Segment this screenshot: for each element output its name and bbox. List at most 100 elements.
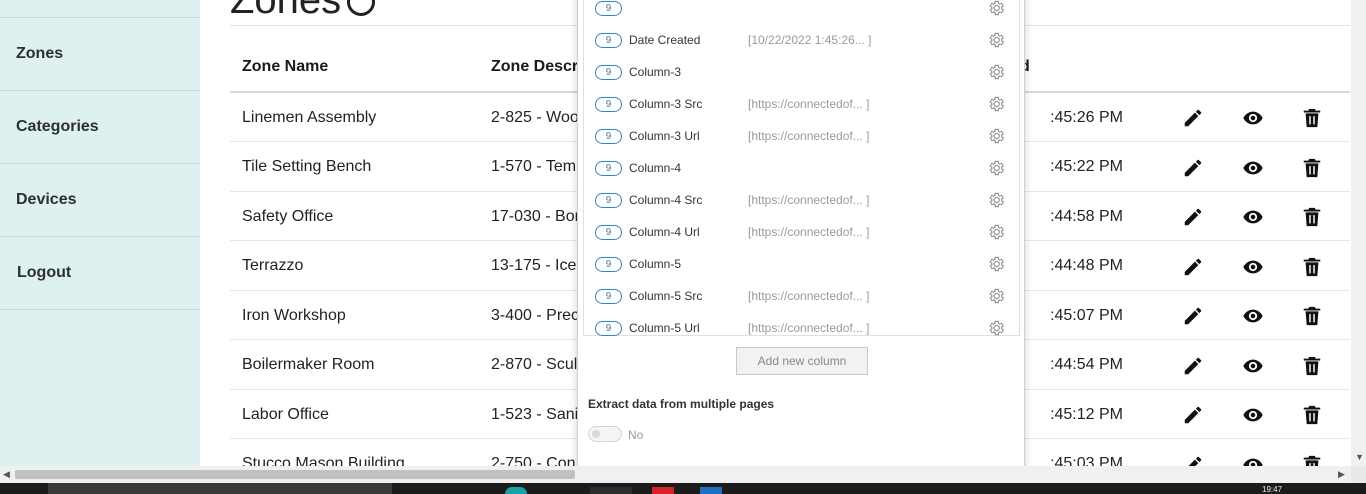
scroll-left-arrow-icon[interactable]: ◀ [3, 469, 10, 480]
view-button[interactable] [1242, 107, 1264, 129]
column-preview: [https://connectedof... ] [748, 289, 870, 303]
column-row[interactable]: 9 Column-5 [584, 248, 1021, 280]
gear-icon [987, 159, 1005, 177]
date-text: :44:58 PM [1050, 207, 1123, 225]
vertical-scrollbar[interactable]: ▼ [1351, 0, 1366, 466]
sidebar-item-devices[interactable]: Devices [0, 164, 200, 237]
edit-button[interactable] [1182, 107, 1204, 129]
column-type-badge: 9 [595, 193, 622, 208]
column-preview: [https://connectedof... ] [748, 225, 870, 239]
trash-icon [1301, 404, 1323, 426]
taskbar-active-app-icon[interactable] [590, 487, 632, 494]
delete-button[interactable] [1301, 355, 1323, 377]
delete-button[interactable] [1301, 107, 1323, 129]
add-new-column-button[interactable]: Add new column [736, 347, 868, 375]
column-preview: [https://connectedof... ] [748, 129, 870, 143]
eye-icon [1242, 107, 1264, 129]
delete-button[interactable] [1301, 404, 1323, 426]
column-settings-button[interactable] [987, 319, 1005, 337]
column-name: Column-5 [629, 257, 682, 271]
column-settings-button[interactable] [987, 31, 1005, 49]
scroll-down-arrow-icon[interactable]: ▼ [1355, 452, 1364, 462]
delete-button[interactable] [1301, 206, 1323, 228]
extract-multiple-pages-toggle[interactable] [588, 426, 622, 442]
pencil-icon [1182, 107, 1204, 129]
scroll-right-arrow-icon[interactable]: ▶ [1338, 469, 1345, 480]
gear-icon [987, 31, 1005, 49]
column-row[interactable]: 9 Column-3 Url [https://connectedof... ] [584, 120, 1021, 152]
view-button[interactable] [1242, 454, 1264, 466]
column-row[interactable]: 9 Column-5 Src [https://connectedof... ] [584, 280, 1021, 312]
zone-description-cell: 13-175 - Ice [491, 257, 577, 274]
column-settings-button[interactable] [987, 255, 1005, 273]
column-settings-button[interactable] [987, 287, 1005, 305]
extract-columns-panel: 9 9 Date Created [10/22/2022 1:45:26... ] 9 C… [577, 0, 1025, 486]
column-row[interactable]: 9 Column-4 [584, 152, 1021, 184]
eye-icon [1242, 206, 1264, 228]
column-type-badge: 9 [595, 97, 622, 112]
view-button[interactable] [1242, 157, 1264, 179]
view-button[interactable] [1242, 404, 1264, 426]
column-row[interactable]: 9 Column-4 Src [https://connectedof... ] [584, 184, 1021, 216]
column-list: 9 9 Date Created [10/22/2022 1:45:26... ] 9 C… [583, 0, 1020, 336]
view-button[interactable] [1242, 206, 1264, 228]
sidebar-item-zones[interactable]: Zones [0, 18, 200, 91]
column-settings-button[interactable] [987, 0, 1005, 17]
date-cell: :45:26 PM [1017, 93, 1137, 142]
eye-icon [1242, 454, 1264, 466]
taskbar-app-icon[interactable] [700, 487, 722, 494]
column-settings-button[interactable] [987, 95, 1005, 113]
sidebar-item-label: Categories [16, 118, 99, 135]
column-settings-button[interactable] [987, 63, 1005, 81]
sidebar-item-logout[interactable]: Logout [0, 237, 200, 310]
sidebar-item-categories[interactable]: Categories [0, 91, 200, 164]
column-settings-button[interactable] [987, 127, 1005, 145]
column-row[interactable]: 9 Column-3 Src [https://connectedof... ] [584, 88, 1021, 120]
edit-button[interactable] [1182, 256, 1204, 278]
column-preview: [10/22/2022 1:45:26... ] [748, 33, 872, 47]
view-button[interactable] [1242, 256, 1264, 278]
date-text: :45:22 PM [1050, 158, 1123, 175]
view-button[interactable] [1242, 305, 1264, 327]
pencil-icon [1182, 454, 1204, 466]
column-name: Column-5 Url [629, 321, 700, 335]
taskbar-app-icon[interactable] [505, 487, 527, 494]
eye-icon [1242, 404, 1264, 426]
edit-button[interactable] [1182, 404, 1204, 426]
gear-icon [987, 95, 1005, 113]
column-row[interactable]: 9 Date Created [10/22/2022 1:45:26... ] [584, 24, 1021, 56]
edit-button[interactable] [1182, 157, 1204, 179]
pencil-icon [1182, 305, 1204, 327]
eye-icon [1242, 355, 1264, 377]
add-zone-icon[interactable] [347, 0, 375, 16]
column-settings-button[interactable] [987, 223, 1005, 241]
column-settings-button[interactable] [987, 191, 1005, 209]
taskbar-app-icon[interactable] [652, 487, 674, 494]
date-cell: :45:07 PM [1017, 291, 1137, 340]
date-text: :44:54 PM [1050, 356, 1123, 373]
delete-button[interactable] [1301, 157, 1323, 179]
horizontal-scrollbar[interactable]: ◀ ▶ [0, 466, 1351, 483]
delete-button[interactable] [1301, 305, 1323, 327]
header-zone-description[interactable]: Zone Descri [491, 58, 577, 76]
horizontal-scroll-thumb[interactable] [15, 470, 575, 479]
edit-button[interactable] [1182, 355, 1204, 377]
column-row[interactable]: 9 Column-5 Url [https://connectedof... ] [584, 312, 1021, 344]
page-title: Zones [230, 0, 342, 22]
taskbar-search-box[interactable] [48, 483, 392, 494]
column-row[interactable]: 9 Column-3 [584, 56, 1021, 88]
header-zone-name[interactable]: Zone Name [242, 58, 328, 76]
zone-name-cell: Iron Workshop [242, 306, 346, 324]
column-settings-button[interactable] [987, 159, 1005, 177]
view-button[interactable] [1242, 355, 1264, 377]
delete-button[interactable] [1301, 454, 1323, 466]
column-row[interactable]: 9 Column-4 Url [https://connectedof... ] [584, 216, 1021, 248]
delete-button[interactable] [1301, 256, 1323, 278]
column-row[interactable]: 9 [584, 0, 1021, 24]
edit-button[interactable] [1182, 305, 1204, 327]
edit-button[interactable] [1182, 206, 1204, 228]
edit-button[interactable] [1182, 454, 1204, 466]
sidebar-item-label: Logout [17, 264, 72, 281]
column-preview: [https://connectedof... ] [748, 193, 870, 207]
date-text: :45:07 PM [1050, 306, 1123, 324]
